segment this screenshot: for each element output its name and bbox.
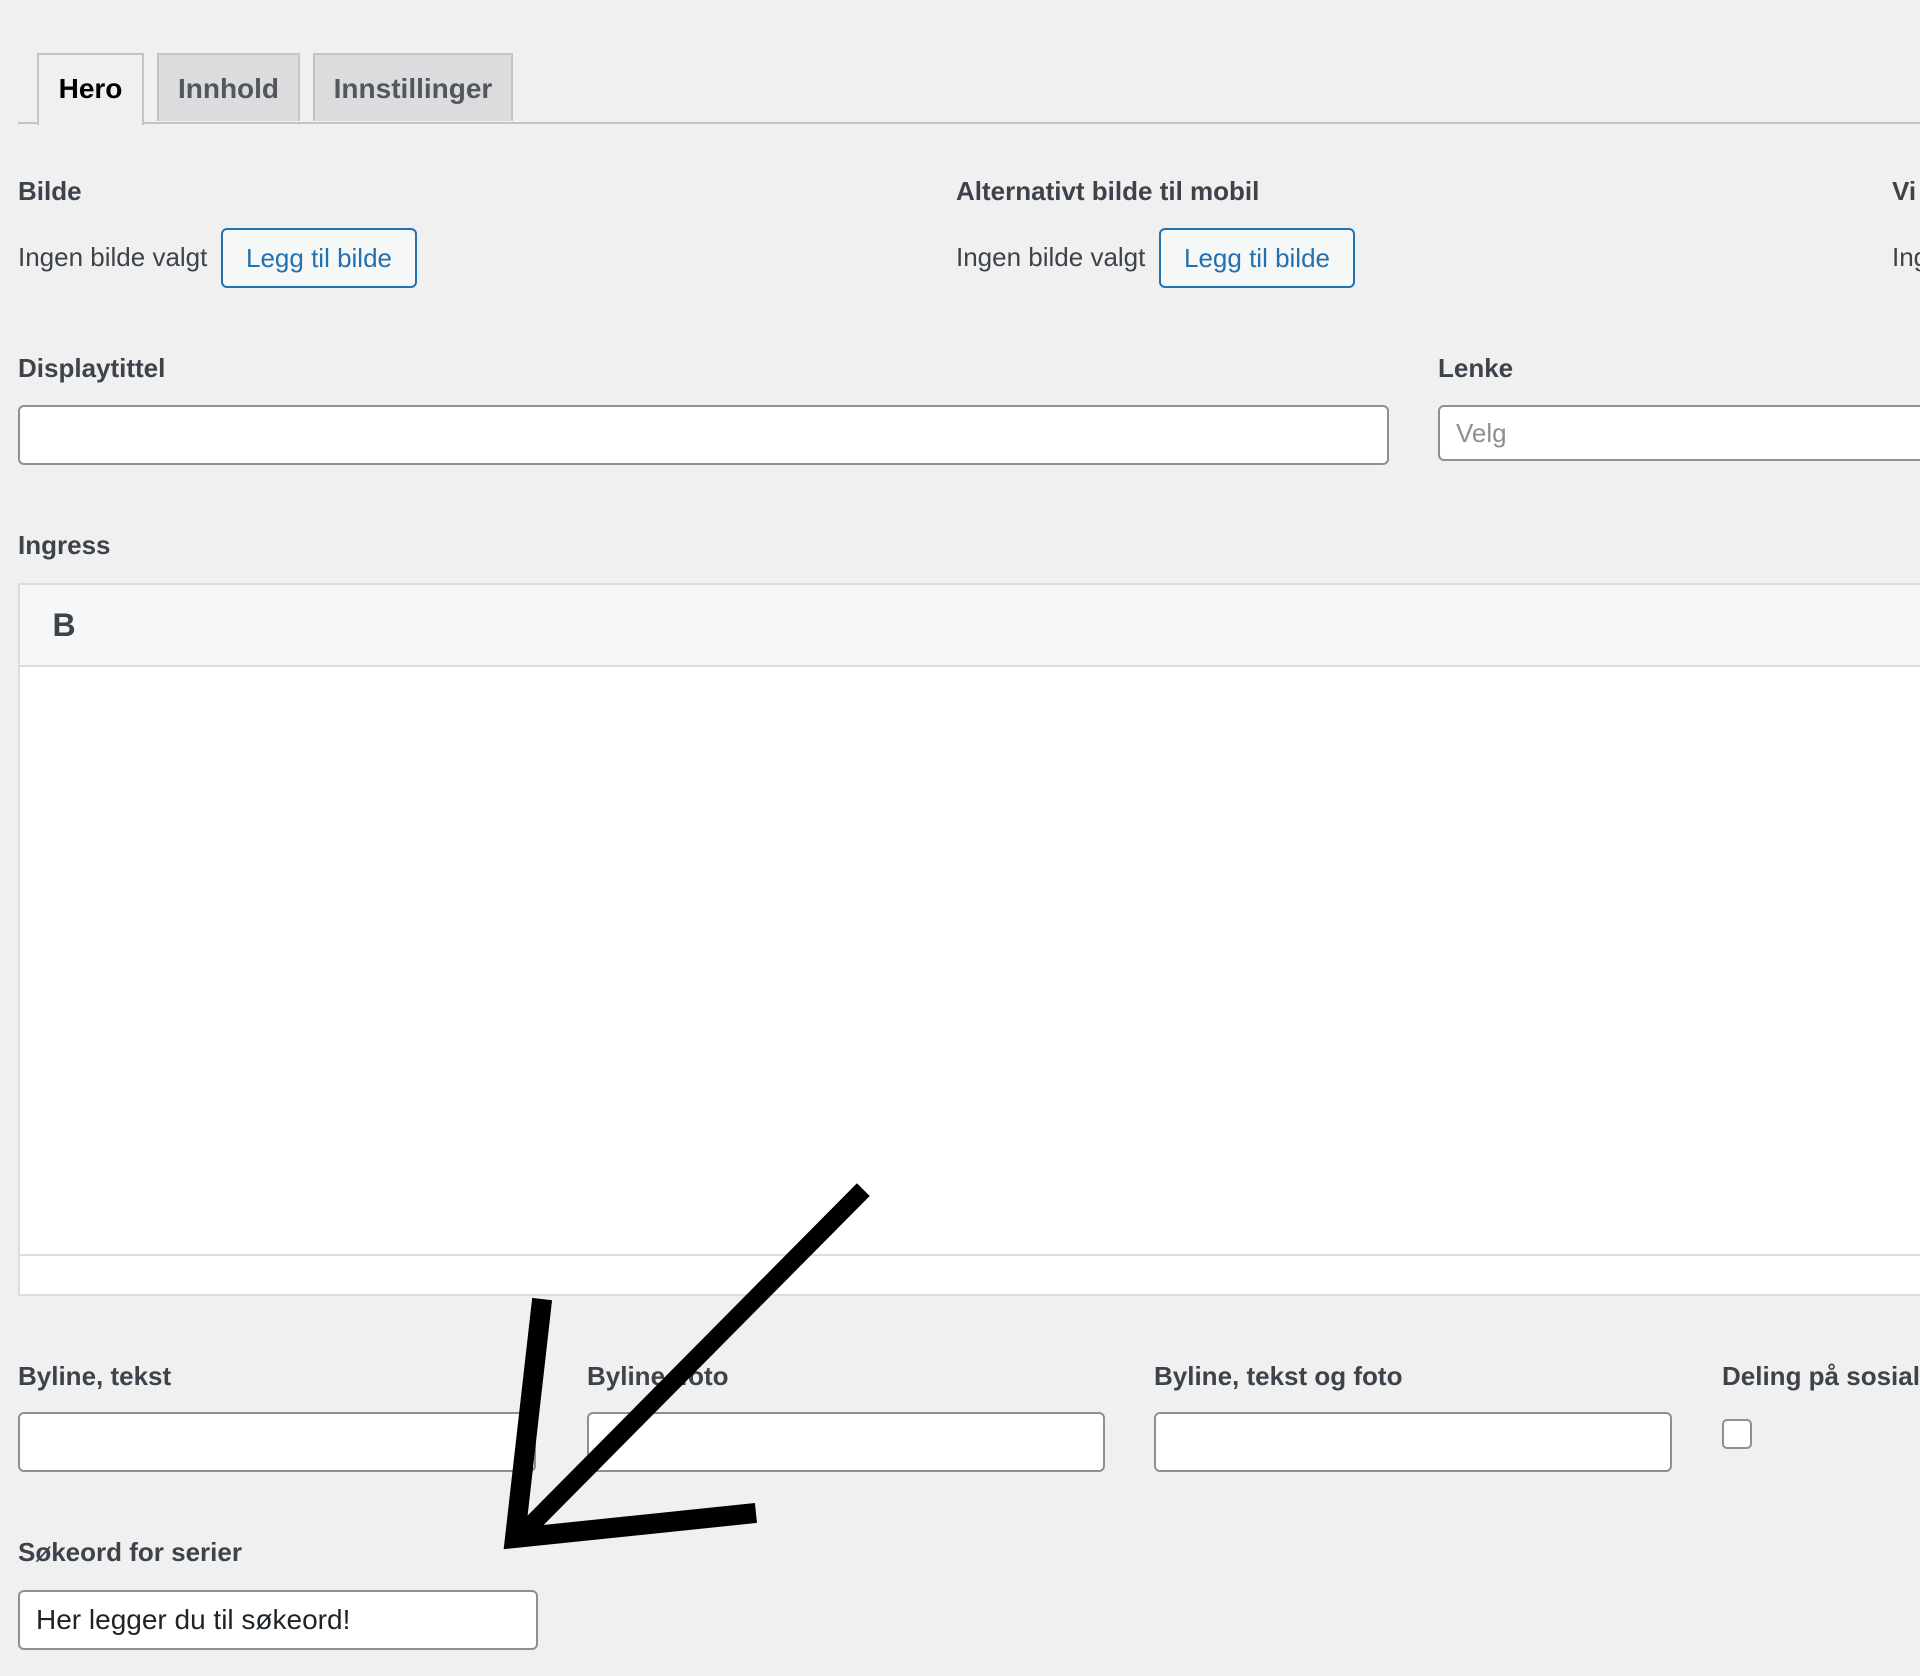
annotation-arrow-icon bbox=[503, 1183, 870, 1550]
